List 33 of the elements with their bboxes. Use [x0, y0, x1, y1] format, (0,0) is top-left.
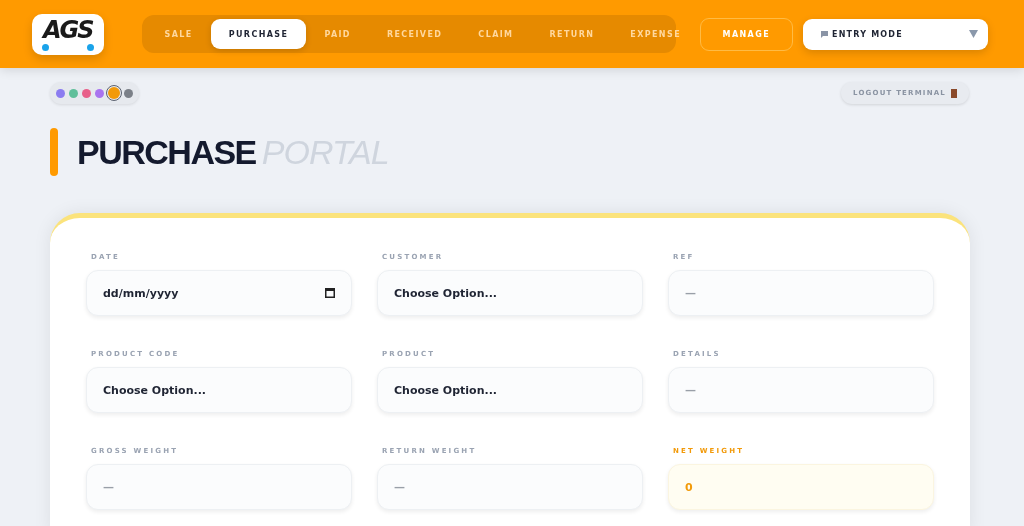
nav-tab[interactable]: EXPENSE — [612, 19, 699, 49]
door-icon — [951, 88, 957, 98]
page-title: PURCHASE — [77, 132, 256, 172]
date-field[interactable]: dd/mm/yyyy — [86, 270, 352, 316]
accent-bar — [50, 128, 58, 176]
color-swatch[interactable] — [95, 88, 104, 98]
color-swatch[interactable] — [124, 88, 133, 98]
calendar-icon[interactable] — [325, 288, 335, 298]
mode-select[interactable]: ENTRY MODE — [803, 18, 988, 50]
input-field[interactable]: — — [668, 367, 934, 413]
nav-tab[interactable]: SALE — [146, 19, 211, 49]
input-field[interactable]: — — [668, 270, 934, 316]
manage-button[interactable]: MANAGE — [699, 17, 793, 51]
select-field[interactable]: Choose Option... — [377, 270, 643, 316]
total-field: 0 — [668, 464, 934, 510]
dot-icon — [86, 43, 94, 51]
color-swatch[interactable] — [56, 88, 65, 98]
logo-text: AGS — [43, 19, 93, 41]
nav-tab[interactable]: CLAIM — [460, 19, 532, 49]
select-field[interactable]: Choose Option... — [86, 367, 352, 413]
color-swatch[interactable] — [82, 88, 91, 98]
dot-icon — [42, 43, 49, 51]
input-field[interactable]: — — [377, 464, 643, 510]
input-field[interactable]: — — [86, 464, 352, 510]
caret-icon — [969, 30, 978, 38]
nav-tab[interactable]: RECEIVED — [368, 19, 461, 49]
nav-tab[interactable]: RETURN — [531, 19, 613, 49]
color-swatch[interactable] — [69, 88, 78, 98]
nav-tab[interactable]: PURCHASE — [210, 19, 307, 49]
select-field[interactable]: Choose Option... — [377, 367, 643, 413]
nav-tab[interactable]: PAID — [306, 19, 369, 49]
note-icon — [821, 30, 828, 38]
color-swatch[interactable] — [108, 87, 120, 99]
